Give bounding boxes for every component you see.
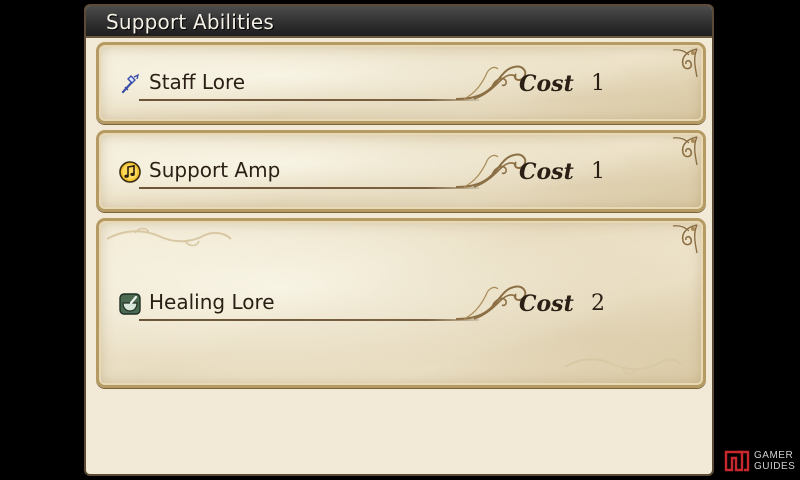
ability-underline <box>139 99 479 101</box>
panel-header: Support Abilities <box>86 6 712 38</box>
watermark-text: GAMER GUIDES <box>754 450 795 472</box>
cost-value: 2 <box>591 291 605 316</box>
game-screen: Support Abilities Staff Lore Cost 1 Supp… <box>84 4 716 480</box>
ability-card-staff-lore[interactable]: Staff Lore Cost 1 <box>96 42 706 124</box>
corner-ornament-icon <box>672 224 698 254</box>
vine-ornament-icon <box>564 358 682 375</box>
cost-label: Cost <box>519 291 574 317</box>
watermark-line: GUIDES <box>754 461 796 472</box>
cost-label: Cost <box>519 159 574 185</box>
music-note-icon <box>119 161 141 183</box>
staff-icon <box>121 73 140 94</box>
ability-name: Support Amp <box>149 158 281 182</box>
watermark-line: GAMER <box>754 450 794 461</box>
ability-name: Healing Lore <box>149 290 275 314</box>
ability-underline <box>139 187 479 189</box>
cost-value: 1 <box>591 71 605 96</box>
ability-name: Staff Lore <box>149 70 246 94</box>
ability-card-support-amp[interactable]: Support Amp Cost 1 <box>96 130 706 212</box>
ability-row: Support Amp Cost 1 <box>119 153 685 193</box>
ability-underline <box>139 319 479 321</box>
gamer-guides-watermark: GAMER GUIDES <box>724 448 796 476</box>
panel-title: Support Abilities <box>106 10 274 34</box>
ability-card-healing-lore[interactable]: Healing Lore Cost 2 <box>96 218 706 388</box>
mortar-pestle-icon <box>119 293 141 315</box>
cost-label: Cost <box>519 71 574 97</box>
cost-value: 1 <box>591 159 605 184</box>
ability-row: Healing Lore Cost 2 <box>119 285 685 325</box>
vine-ornament-icon <box>106 227 232 247</box>
gamer-guides-logo-icon <box>724 450 750 472</box>
support-abilities-panel: Support Abilities Staff Lore Cost 1 Supp… <box>84 4 714 476</box>
ability-row: Staff Lore Cost 1 <box>119 65 685 105</box>
